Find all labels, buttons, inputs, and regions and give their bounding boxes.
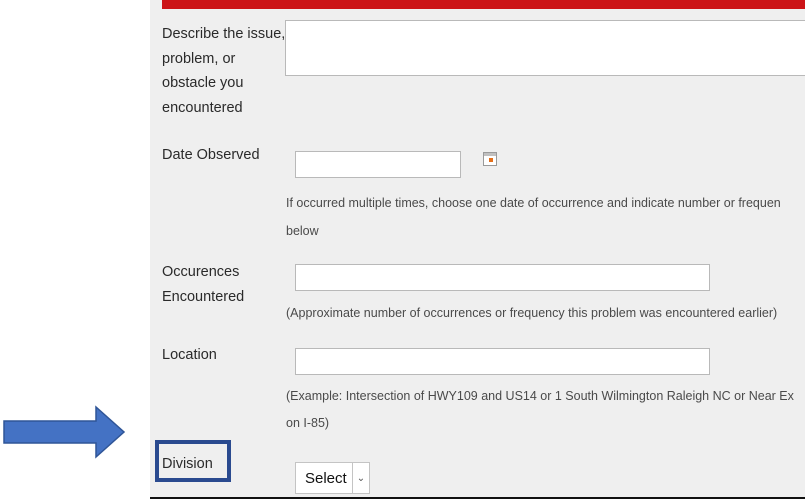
chevron-down-icon: ⌄	[352, 463, 369, 493]
date-observed-input[interactable]	[295, 151, 461, 178]
arrow-right-icon	[3, 405, 126, 459]
occurrences-hint: (Approximate number of occurrences or fr…	[286, 306, 778, 320]
division-select-value: Select	[305, 469, 347, 487]
division-select[interactable]: Select ⌄	[295, 462, 370, 494]
date-observed-label: Date Observed	[162, 147, 260, 163]
location-hint-line2: on I-85)	[286, 416, 330, 430]
occurrences-input[interactable]	[295, 264, 710, 291]
location-hint-line1: (Example: Intersection of HWY109 and US1…	[286, 389, 794, 403]
header-bar	[162, 0, 805, 9]
date-hint-line2: below	[286, 224, 319, 238]
describe-label: Describe the issue, problem, or obstacle…	[162, 26, 286, 116]
bottom-divider	[150, 497, 805, 499]
location-input[interactable]	[295, 348, 710, 375]
location-label: Location	[162, 347, 217, 363]
calendar-icon[interactable]	[483, 152, 497, 166]
describe-textarea[interactable]	[285, 20, 805, 76]
division-highlight-box	[155, 440, 231, 482]
date-hint-line1: If occurred multiple times, choose one d…	[286, 196, 781, 210]
occurrences-label: Occurences Encountered	[162, 264, 245, 305]
